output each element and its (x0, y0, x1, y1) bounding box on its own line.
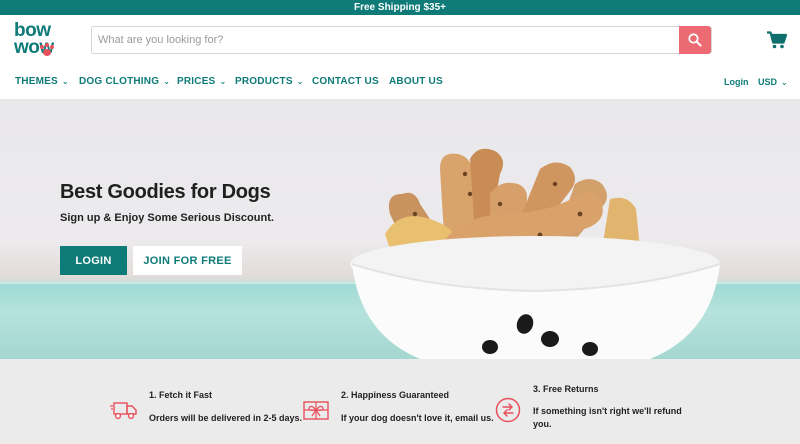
dog-treats-bowl-image (350, 148, 721, 359)
feature-title: 1. Fetch it Fast (149, 390, 213, 400)
feature-description: Orders will be delivered in 2-5 days. (149, 413, 303, 423)
nav-item-themes[interactable]: THEMES ⌄ (15, 76, 69, 87)
promo-banner: Free Shipping $35+ (0, 0, 800, 15)
hero-title: Best Goodies for Dogs (60, 181, 271, 203)
search-input[interactable] (92, 27, 680, 53)
currency-selector[interactable]: USD ⌄ (758, 77, 788, 87)
returns-icon (495, 397, 521, 423)
chevron-down-icon: ⌄ (781, 78, 788, 87)
nav-item-prices[interactable]: PRICES ⌄ (177, 76, 226, 87)
features-strip: 1. Fetch it Fast Orders will be delivere… (0, 359, 800, 444)
feature-title: 2. Happiness Guaranteed (341, 390, 450, 400)
cart-icon[interactable] (767, 31, 787, 49)
hero-login-button[interactable]: LOGIN (60, 246, 127, 275)
chevron-down-icon: ⌄ (219, 77, 227, 86)
feature-description: If your dog doesn't love it, email us. (341, 413, 494, 423)
delivery-truck-icon (110, 402, 137, 420)
hero-banner: Best Goodies for Dogs Sign up & Enjoy So… (0, 99, 800, 359)
chevron-down-icon: ⌄ (163, 77, 171, 86)
gift-icon (303, 401, 329, 420)
hero-subtitle: Sign up & Enjoy Some Serious Discount. (60, 212, 274, 224)
bowwow-logo[interactable]: bow wow (14, 21, 78, 62)
login-link[interactable]: Login (724, 77, 749, 87)
nav-item-dog-clothing[interactable]: DOG CLOTHING ⌄ (79, 76, 170, 87)
feature-happiness-guaranteed: 2. Happiness Guaranteed If your dog does… (303, 359, 494, 444)
white-bowl (350, 236, 721, 359)
chevron-down-icon: ⌄ (296, 77, 304, 86)
search-bar (91, 26, 712, 54)
nav-item-products[interactable]: PRODUCTS ⌄ (235, 76, 304, 87)
feature-title: 3. Free Returns (533, 384, 599, 394)
nav-item-about-us[interactable]: ABOUT US (389, 76, 443, 87)
main-nav: THEMES ⌄ DOG CLOTHING ⌄ PRICES ⌄ PRODUCTS ⌄ … (0, 67, 800, 99)
search-button[interactable] (679, 26, 711, 54)
chevron-down-icon: ⌄ (61, 77, 69, 86)
feature-fetch-fast: 1. Fetch it Fast Orders will be delivere… (110, 359, 303, 444)
site-header: bow wow (0, 15, 800, 67)
feature-free-returns: 3. Free Returns If something isn't right… (495, 359, 685, 444)
feature-description: If something isn't right we'll refund yo… (533, 406, 682, 429)
nav-item-contact-us[interactable]: CONTACT US (312, 76, 379, 87)
paw-icon (40, 43, 54, 57)
search-icon (688, 33, 702, 47)
hero-join-button[interactable]: JOIN FOR FREE (133, 246, 242, 275)
